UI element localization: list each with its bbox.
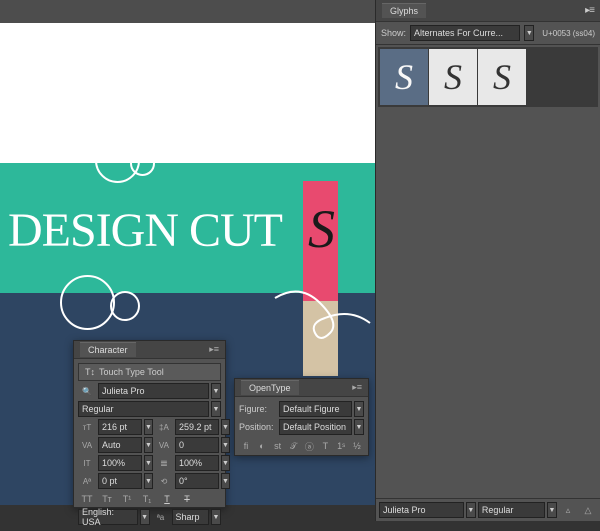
canvas-text[interactable]: DESIGN CUT (8, 203, 282, 258)
swirl-path (270, 278, 390, 358)
style-dropdown[interactable]: ▼ (211, 401, 221, 417)
position-field[interactable]: Default Position (279, 419, 352, 435)
panel-menu-icon[interactable]: ▸≡ (585, 5, 594, 16)
panel-header[interactable]: Glyphs ▸≡ (376, 0, 600, 22)
zoom-in-button[interactable]: △ (579, 502, 597, 518)
aa-dropdown[interactable]: ▼ (211, 509, 221, 525)
leading-icon: ‡A (155, 423, 173, 432)
glyph-style-dropdown[interactable]: ▼ (547, 502, 557, 518)
hscale-icon: 𝌆 (155, 459, 173, 468)
swash-button[interactable]: 𝒯 (287, 438, 301, 454)
show-label: Show: (381, 28, 406, 38)
underline-button[interactable]: T (158, 491, 176, 507)
touch-type-icon: T↕ (85, 367, 95, 377)
leading-field[interactable]: 259.2 pt (175, 419, 219, 435)
character-panel[interactable]: Character ▸≡ T↕Touch Type Tool 🔍Julieta … (73, 340, 226, 508)
glyph-font-field[interactable]: Julieta Pro (379, 502, 464, 518)
show-filter-field[interactable]: Alternates For Curre... (410, 25, 520, 41)
figure-label: Figure: (239, 404, 277, 414)
ligature-button[interactable]: fi (239, 438, 253, 454)
smallcaps-button[interactable]: Tт (98, 491, 116, 507)
allcaps-button[interactable]: TT (78, 491, 96, 507)
glyph-grid: S S S (378, 47, 598, 107)
contextual-button[interactable]: ◐ (255, 438, 269, 454)
figure-field[interactable]: Default Figure (279, 401, 352, 417)
glyph-style-field[interactable]: Regular (478, 502, 545, 518)
show-dropdown[interactable]: ▼ (524, 25, 534, 41)
fractions-button[interactable]: ½ (350, 438, 364, 454)
stylistic-button[interactable]: ⓐ (303, 438, 317, 454)
baseline-field[interactable]: 0 pt (98, 473, 142, 489)
character-tab[interactable]: Character (80, 342, 136, 357)
font-dropdown[interactable]: ▼ (211, 383, 221, 399)
language-dropdown[interactable]: ▼ (140, 509, 150, 525)
panel-menu-icon[interactable]: ▸≡ (209, 344, 219, 355)
panel-header[interactable]: Character ▸≡ (74, 341, 225, 359)
opentype-tab[interactable]: OpenType (241, 380, 299, 395)
rotation-field[interactable]: 0° (175, 473, 219, 489)
tracking-field[interactable]: 0 (175, 437, 219, 453)
subscript-button[interactable]: T₁ (138, 491, 156, 507)
rotation-icon: ⟲ (155, 477, 173, 486)
unicode-label: U+0053 (ss04) (542, 29, 595, 38)
vscale-dropdown[interactable]: ▼ (144, 455, 153, 471)
panel-header[interactable]: OpenType ▸≡ (235, 379, 368, 397)
tracking-icon: VA (155, 441, 173, 450)
tracking-dropdown[interactable]: ▼ (221, 437, 230, 453)
touch-type-button[interactable]: T↕Touch Type Tool (78, 363, 221, 381)
size-icon: тT (78, 423, 96, 432)
rotation-dropdown[interactable]: ▼ (221, 473, 230, 489)
bg-white (0, 23, 375, 163)
titling-button[interactable]: T (318, 438, 332, 454)
hscale-dropdown[interactable]: ▼ (221, 455, 230, 471)
swirl-decoration (130, 151, 155, 176)
kerning-field[interactable]: Auto (98, 437, 142, 453)
strikethrough-button[interactable]: T (178, 491, 196, 507)
glyph-font-dropdown[interactable]: ▼ (466, 502, 476, 518)
search-icon: 🔍 (78, 387, 96, 396)
discretionary-button[interactable]: st (271, 438, 285, 454)
antialias-field[interactable]: Sharp (172, 509, 209, 525)
kerning-dropdown[interactable]: ▼ (144, 437, 153, 453)
opentype-panel[interactable]: OpenType ▸≡ Figure:Default Figure▼ Posit… (234, 378, 369, 456)
baseline-dropdown[interactable]: ▼ (144, 473, 153, 489)
baseline-icon: Aª (78, 477, 96, 486)
position-dropdown[interactable]: ▼ (354, 419, 364, 435)
kerning-icon: VA (78, 441, 96, 450)
glyph-cell[interactable]: S (478, 49, 526, 105)
font-style-field[interactable]: Regular (78, 401, 209, 417)
size-dropdown[interactable]: ▼ (144, 419, 153, 435)
superscript-button[interactable]: T¹ (118, 491, 136, 507)
glyph-cell[interactable]: S (429, 49, 477, 105)
glyph-cell[interactable]: S (380, 49, 428, 105)
ordinals-button[interactable]: 1ˢ (334, 438, 348, 454)
selected-glyph[interactable]: S (308, 198, 335, 260)
language-field[interactable]: English: USA (78, 509, 138, 525)
font-size-field[interactable]: 216 pt (98, 419, 142, 435)
vscale-field[interactable]: 100% (98, 455, 142, 471)
font-family-field[interactable]: Julieta Pro (98, 383, 209, 399)
swirl-decoration (110, 291, 140, 321)
position-label: Position: (239, 422, 277, 432)
vscale-icon: IT (78, 459, 96, 468)
figure-dropdown[interactable]: ▼ (354, 401, 364, 417)
glyphs-tab[interactable]: Glyphs (382, 3, 426, 18)
leading-dropdown[interactable]: ▼ (221, 419, 230, 435)
hscale-field[interactable]: 100% (175, 455, 219, 471)
swirl-decoration (60, 275, 115, 330)
aa-icon: ªa (152, 513, 170, 522)
zoom-out-button[interactable]: ▵ (559, 502, 577, 518)
glyphs-panel[interactable]: Glyphs ▸≡ Show: Alternates For Curre...▼… (375, 0, 600, 521)
panel-menu-icon[interactable]: ▸≡ (352, 382, 362, 393)
